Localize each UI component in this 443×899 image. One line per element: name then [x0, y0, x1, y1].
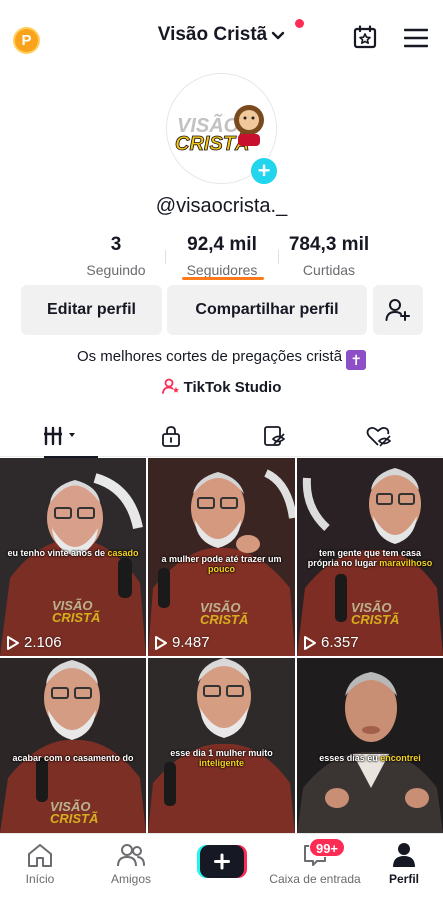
bio: Os melhores cortes de pregações cristã ✝ — [0, 348, 443, 370]
nav-profile[interactable]: Perfil — [360, 834, 443, 899]
grid-icon — [44, 426, 75, 445]
inbox-badge: 99+ — [309, 838, 345, 857]
stat-likes-value: 784,3 mil — [288, 234, 370, 255]
menu-icon[interactable] — [404, 28, 428, 48]
edit-profile-button[interactable]: Editar perfil — [21, 285, 162, 335]
profile-icon — [393, 843, 415, 867]
username: @visaocrista._ — [155, 195, 288, 217]
followers-highlight — [182, 277, 264, 280]
watermark-logo: VISÃO CRISTÃ — [50, 799, 99, 826]
watermark-logo: VISÃO CRISTÃ — [52, 598, 101, 625]
play-icon — [304, 635, 316, 650]
divider — [165, 250, 166, 264]
lock-icon — [162, 425, 180, 447]
calendar-star-icon[interactable] — [353, 25, 377, 49]
video-caption: acabar com o casamento do — [12, 753, 134, 763]
add-user-icon — [385, 299, 410, 321]
tab-liked[interactable] — [324, 414, 434, 457]
view-count: 2.106 — [6, 634, 62, 651]
stat-followers-label: Seguidores — [186, 262, 258, 278]
nav-home-label: Início — [25, 872, 55, 886]
stat-likes-label: Curtidas — [302, 262, 356, 278]
bio-text: Os melhores cortes de pregações cristã — [76, 348, 343, 365]
tiktok-studio-label: TikTok Studio — [183, 379, 282, 396]
studio-user-icon — [161, 378, 179, 394]
nav-friends[interactable]: Amigos — [87, 834, 175, 899]
create-button[interactable] — [197, 845, 247, 878]
speaker-thumbnail-image — [297, 658, 443, 833]
add-avatar-button[interactable]: + — [249, 156, 279, 186]
top-bar: P Visão Cristã — [0, 0, 443, 76]
stat-following-label: Seguindo — [86, 262, 146, 278]
tiktok-studio-link[interactable]: TikTok Studio — [0, 378, 443, 396]
notification-dot — [295, 19, 304, 28]
watermark-logo: VISÃO CRISTÃ — [351, 600, 400, 627]
hidden-heart-icon — [366, 426, 392, 447]
share-profile-button[interactable]: Compartilhar perfil — [167, 285, 367, 335]
video-thumbnail[interactable]: acabar com o casamento do VISÃO CRISTÃ — [0, 658, 146, 833]
plus-icon — [197, 845, 247, 878]
video-thumbnail[interactable]: esses dias eu encontrei — [297, 658, 443, 833]
bottom-navigation: Início Amigos Caixa de entrada 99+ Perfi… — [0, 833, 443, 899]
divider — [278, 250, 279, 264]
view-count: 9.487 — [154, 634, 210, 651]
tab-reposts[interactable] — [220, 414, 330, 457]
tab-private[interactable] — [116, 414, 226, 457]
preacher-thumbnail-image — [148, 658, 295, 833]
video-thumbnail[interactable]: tem gente que tem casa própria no lugar … — [297, 458, 443, 656]
add-friend-button[interactable] — [373, 285, 423, 335]
friends-icon — [117, 844, 145, 867]
stat-following-value: 3 — [110, 234, 122, 255]
video-thumbnail[interactable]: eu tenho vinte anos de casado VISÃO CRIST… — [0, 458, 146, 656]
video-caption: esses dias eu encontrei — [319, 753, 421, 763]
nav-friends-label: Amigos — [110, 872, 151, 886]
page-title: Visão Cristã — [157, 24, 268, 45]
stat-followers-value: 92,4 mil — [187, 234, 257, 255]
hidden-repost-icon — [264, 425, 286, 446]
video-caption: tem gente que tem casa própria no lugar … — [307, 548, 433, 568]
stat-following[interactable]: 3 Seguindo — [78, 234, 154, 278]
chevron-down-icon — [272, 31, 285, 40]
video-grid: eu tenho vinte anos de casado VISÃO CRIST… — [0, 458, 443, 833]
video-thumbnail[interactable]: a mulher pode até trazer um pouco VISÃO C… — [148, 458, 295, 656]
play-icon — [155, 635, 167, 650]
nav-home[interactable]: Início — [0, 834, 84, 899]
stat-likes[interactable]: 784,3 mil Curtidas — [284, 234, 374, 278]
stat-followers[interactable]: 92,4 mil Seguidores — [176, 234, 268, 278]
tab-videos[interactable] — [8, 414, 118, 458]
svg-text:CRISTÃ: CRISTÃ — [175, 132, 249, 155]
watermark-logo: VISÃO CRISTÃ — [200, 600, 249, 627]
video-caption: eu tenho vinte anos de casado — [7, 548, 139, 558]
nav-profile-label: Perfil — [388, 872, 419, 886]
video-thumbnail[interactable]: esse dia 1 mulher muito inteligente — [148, 658, 295, 833]
view-count: 6.357 — [303, 634, 359, 651]
latin-cross-emoji: ✝ — [346, 350, 367, 370]
home-icon — [28, 844, 52, 867]
video-caption: esse dia 1 mulher muito inteligente — [170, 748, 273, 768]
nav-inbox-label: Caixa de entrada — [269, 872, 361, 886]
content-tabs — [0, 414, 443, 458]
play-icon — [7, 635, 19, 650]
video-caption: a mulher pode até trazer um pouco — [161, 554, 282, 574]
